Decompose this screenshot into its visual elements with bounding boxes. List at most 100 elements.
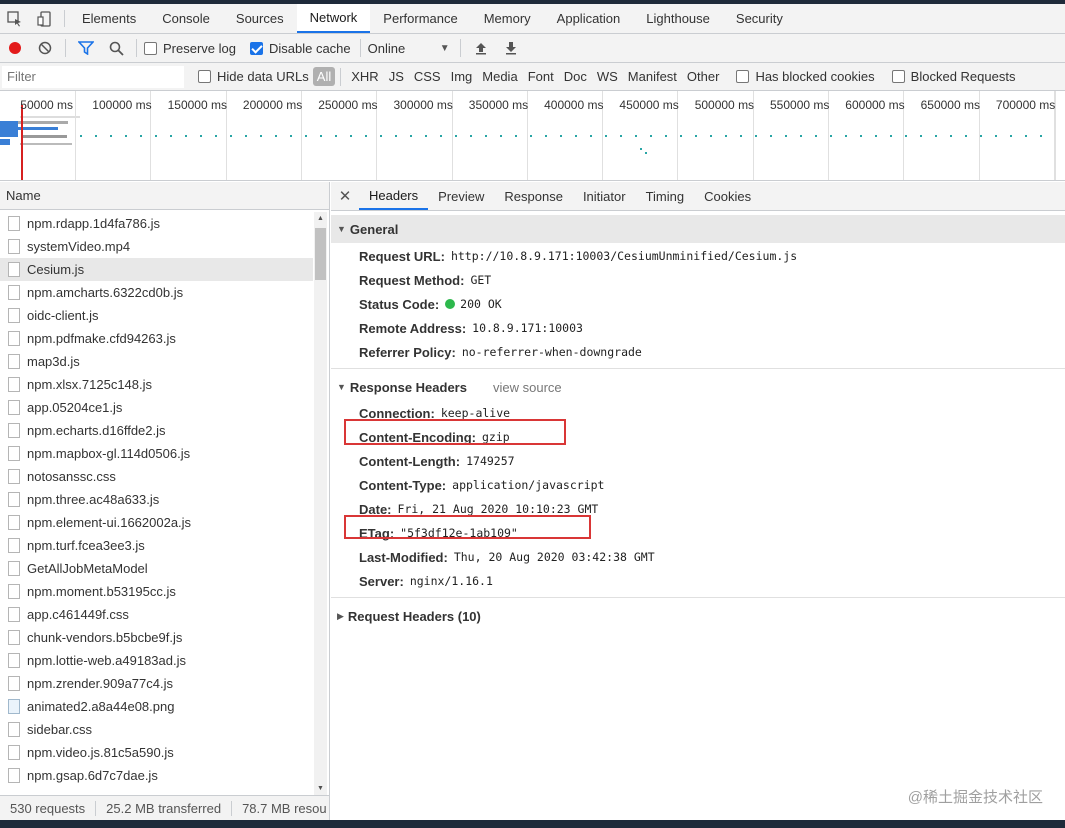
request-row[interactable]: npm.element-ui.1662002a.js (0, 511, 313, 534)
request-row[interactable]: npm.amcharts.6322cd0b.js (0, 281, 313, 304)
view-source-link[interactable]: view source (493, 380, 562, 395)
request-list-scrollbar[interactable]: ▲ ▼ (314, 212, 327, 795)
hide-data-urls-checkbox[interactable]: Hide data URLs (198, 69, 309, 84)
request-row[interactable]: animated2.a8a44e08.png (0, 695, 313, 718)
tab-security[interactable]: Security (723, 4, 796, 33)
checkbox[interactable] (891, 70, 905, 83)
type-filter-other[interactable]: Other (682, 69, 725, 84)
tab-network[interactable]: Network (296, 4, 371, 33)
request-row[interactable]: notosanssc.css (0, 465, 313, 488)
type-filter-all[interactable]: All (312, 67, 336, 86)
timeline-overview[interactable]: 50000 ms 100000 ms 150000 ms 200000 ms 25000… (0, 91, 1065, 181)
waterfall-dot (455, 135, 457, 137)
waterfall-dot (800, 135, 802, 137)
tab-elements[interactable]: Elements (69, 4, 149, 33)
request-row[interactable]: systemVideo.mp4 (0, 235, 313, 258)
type-filter-css[interactable]: CSS (409, 69, 446, 84)
image-file-icon (8, 699, 20, 714)
timeline-tick-label: 500000 ms (694, 98, 755, 112)
waterfall-dot (785, 135, 787, 137)
type-filter-media[interactable]: Media (477, 69, 522, 84)
request-row[interactable]: npm.rdapp.1d4fa786.js (0, 212, 313, 235)
filter-icon[interactable] (71, 34, 101, 63)
waterfall-dot (755, 135, 757, 137)
scroll-up-icon[interactable]: ▲ (317, 215, 324, 222)
name-column-header[interactable]: Name (0, 182, 329, 210)
search-icon[interactable] (101, 34, 131, 63)
scroll-thumb[interactable] (315, 228, 326, 280)
export-har-icon[interactable] (496, 34, 526, 63)
request-row[interactable]: app.c461449f.css (0, 603, 313, 626)
disable-cache-checkbox[interactable]: Disable cache (249, 41, 351, 56)
request-row[interactable]: npm.lottie-web.a49183ad.js (0, 649, 313, 672)
tab-performance[interactable]: Performance (370, 4, 470, 33)
blocked-requests-checkbox[interactable]: Blocked Requests (891, 69, 1015, 84)
type-filter-js[interactable]: JS (384, 69, 409, 84)
tab-memory[interactable]: Memory (471, 4, 544, 33)
request-row[interactable]: npm.video.js.81c5a590.js (0, 741, 313, 764)
request-row[interactable]: npm.zrender.909a77c4.js (0, 672, 313, 695)
type-filter-font[interactable]: Font (523, 69, 559, 84)
tab-lighthouse[interactable]: Lighthouse (633, 4, 723, 33)
request-row[interactable]: Cesium.js (0, 258, 313, 281)
header-key: Status Code: (359, 296, 440, 312)
throttling-select[interactable]: Online ▼ (368, 41, 450, 56)
divider (359, 39, 361, 57)
response-headers-section-header[interactable]: ▼ Response Headers view source (331, 373, 1065, 401)
request-row[interactable]: chunk-vendors.b5bcbe9f.js (0, 626, 313, 649)
waterfall-dot (365, 135, 367, 137)
filter-input[interactable] (2, 65, 184, 88)
close-icon[interactable]: ✕ (331, 182, 359, 210)
timeline-tick-label: 300000 ms (393, 98, 453, 112)
waterfall-dot (470, 135, 472, 137)
has-blocked-cookies-checkbox[interactable]: Has blocked cookies (736, 69, 875, 84)
header-value: nginx/1.16.1 (409, 574, 493, 588)
detail-tab-cookies[interactable]: Cookies (694, 182, 761, 210)
import-har-icon[interactable] (466, 34, 496, 63)
record-icon[interactable] (0, 34, 30, 63)
request-row[interactable]: app.05204ce1.js (0, 396, 313, 419)
scroll-down-icon[interactable]: ▼ (317, 785, 324, 792)
tab-sources[interactable]: Sources (223, 4, 297, 33)
type-filter-img[interactable]: Img (446, 69, 478, 84)
waterfall-dot (650, 135, 652, 137)
device-toolbar-icon[interactable] (30, 4, 60, 33)
detail-tab-response[interactable]: Response (494, 182, 573, 210)
request-row[interactable]: npm.three.ac48a633.js (0, 488, 313, 511)
checkbox[interactable] (249, 41, 263, 55)
request-row[interactable]: sidebar.css (0, 718, 313, 741)
type-filter-doc[interactable]: Doc (559, 69, 592, 84)
request-headers-section-header[interactable]: ▶ Request Headers (10) (331, 602, 1065, 630)
type-filter-manifest[interactable]: Manifest (623, 69, 682, 84)
load-event-line (21, 105, 23, 180)
detail-tab-timing[interactable]: Timing (636, 182, 695, 210)
type-filter-xhr[interactable]: XHR (346, 69, 383, 84)
waterfall-dot (440, 135, 442, 137)
header-value: application/javascript (452, 478, 605, 492)
detail-tab-headers[interactable]: Headers (359, 182, 429, 210)
preserve-log-checkbox[interactable]: Preserve log (144, 41, 236, 56)
request-row[interactable]: npm.pdfmake.cfd94263.js (0, 327, 313, 350)
clear-icon[interactable] (30, 34, 60, 63)
detail-tab-preview[interactable]: Preview (428, 182, 494, 210)
inspect-element-icon[interactable] (0, 4, 30, 33)
request-row[interactable]: npm.moment.b53195cc.js (0, 580, 313, 603)
detail-tab-initiator[interactable]: Initiator (573, 182, 636, 210)
tab-console[interactable]: Console (149, 4, 223, 33)
request-row[interactable]: GetAllJobMetaModel (0, 557, 313, 580)
request-row[interactable]: npm.echarts.d16ffde2.js (0, 419, 313, 442)
checkbox[interactable] (198, 70, 211, 83)
request-row[interactable]: npm.turf.fcea3ee3.js (0, 534, 313, 557)
request-row[interactable]: npm.gsap.6d7c7dae.js (0, 764, 313, 787)
general-section-header[interactable]: ▼ General (331, 215, 1065, 243)
request-row[interactable]: map3d.js (0, 350, 313, 373)
request-row[interactable]: oidc-client.js (0, 304, 313, 327)
checkbox[interactable] (144, 41, 157, 55)
request-row[interactable]: npm.mapbox-gl.114d0506.js (0, 442, 313, 465)
checkbox[interactable] (736, 70, 750, 83)
triangle-right-icon: ▶ (337, 610, 344, 621)
tab-application[interactable]: Application (544, 4, 634, 33)
file-icon (8, 446, 20, 461)
type-filter-ws[interactable]: WS (592, 69, 623, 84)
request-row[interactable]: npm.xlsx.7125c148.js (0, 373, 313, 396)
